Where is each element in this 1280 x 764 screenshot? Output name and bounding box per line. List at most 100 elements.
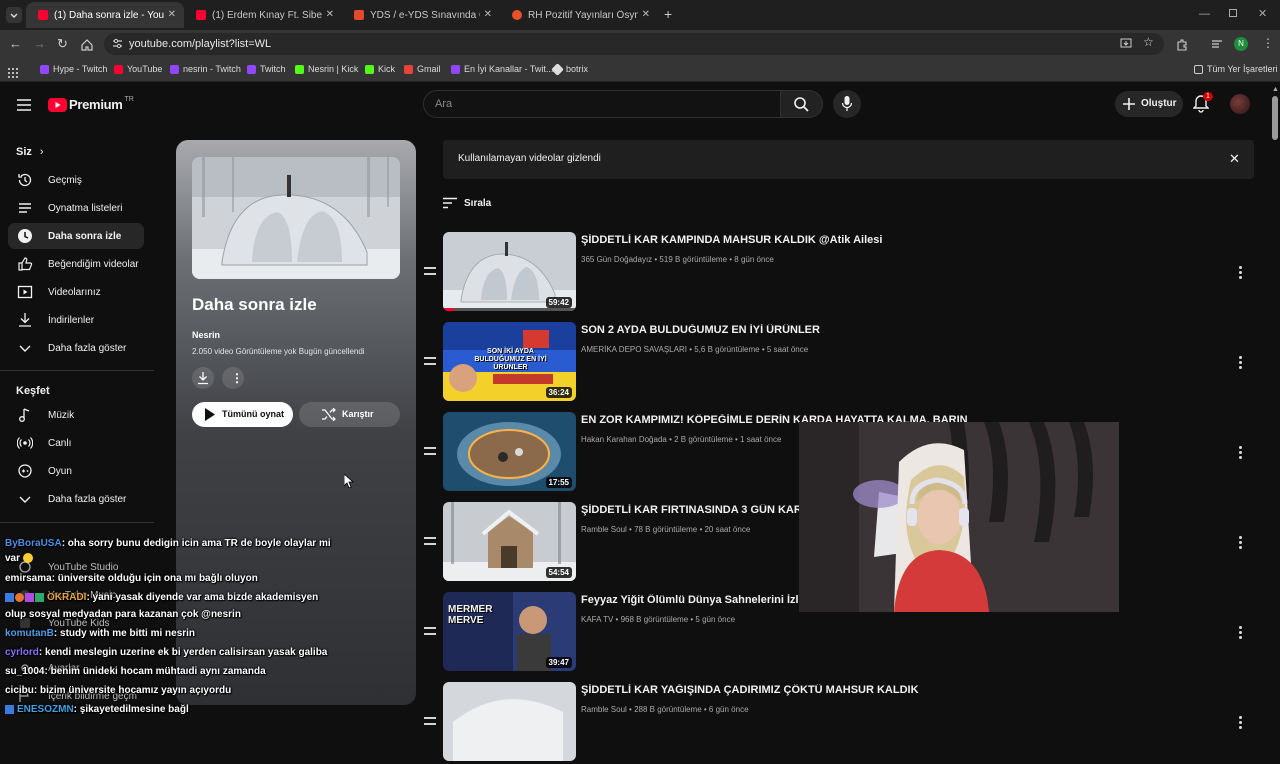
video-title[interactable]: Feyyaz Yiğit Ölümlü Dünya Sahnelerini İz… — [581, 594, 799, 606]
minimize-icon[interactable]: — — [1199, 8, 1210, 20]
playlist-owner[interactable]: Nesrin — [192, 330, 220, 340]
video-title[interactable]: ŞİDDETLİ KAR KAMPINDA MAHSUR KALDIK @Ati… — [581, 234, 961, 246]
bookmark-item[interactable]: Twitch — [247, 64, 286, 74]
bookmark-star-icon[interactable]: ☆ — [1143, 35, 1154, 49]
browser-tab[interactable]: (1) Erdem Kınay Ft. Sibel Can - ✕ — [184, 2, 342, 28]
video-menu-icon[interactable] — [1236, 445, 1244, 459]
channel-name[interactable]: AMERİKA DEPO SAVAŞLARI — [581, 345, 687, 354]
video-menu-icon[interactable] — [1236, 625, 1244, 639]
all-bookmarks-folder[interactable]: Tüm Yer İşaretleri — [1194, 64, 1278, 74]
sidebar-item-music[interactable]: Müzik — [8, 402, 144, 428]
address-input[interactable]: youtube.com/playlist?list=WL ☆ — [104, 33, 1164, 55]
voice-search-button[interactable] — [833, 90, 861, 118]
drag-handle-icon[interactable] — [424, 357, 436, 365]
browser-tab[interactable]: YDS / e-YDS Sınavında Çıkmış ✕ — [342, 2, 500, 28]
bookmark-item[interactable]: Kick — [365, 64, 395, 74]
extensions-icon[interactable] — [1176, 38, 1188, 56]
search-input[interactable]: Ara — [423, 90, 781, 118]
sidebar-show-more[interactable]: Daha fazla göster — [8, 335, 144, 361]
shuffle-button[interactable]: Karıştır — [299, 402, 400, 427]
browser-tab[interactable]: RH Pozitif Yayınları Ösym Çıkmı ✕ — [500, 2, 658, 28]
play-all-button[interactable]: Tümünü oynat — [192, 402, 293, 427]
playlist-video-row[interactable]: SON İKİ AYDA BULDUĞUMUZ EN İYİ ÜRÜNLER 3… — [420, 322, 1260, 404]
bookmark-item[interactable]: Hype - Twitch — [40, 64, 107, 74]
new-tab-icon[interactable]: + — [664, 6, 672, 22]
page-scrollbar[interactable]: ▲ — [1270, 86, 1280, 720]
sidebar-item-watch-later[interactable]: Daha sonra izle — [8, 223, 144, 249]
video-menu-icon[interactable] — [1236, 535, 1244, 549]
maximize-icon[interactable] — [1229, 9, 1237, 17]
install-app-icon[interactable] — [1120, 38, 1132, 50]
video-duration: 54:54 — [545, 567, 572, 578]
video-thumbnail[interactable]: MERMER MERVE 39:47 — [443, 592, 576, 671]
sidebar-item-downloads[interactable]: İndirilenler — [8, 307, 144, 333]
drag-handle-icon[interactable] — [424, 267, 436, 275]
video-thumbnail[interactable]: SON İKİ AYDA BULDUĞUMUZ EN İYİ ÜRÜNLER 3… — [443, 322, 576, 401]
search-button[interactable] — [781, 90, 823, 118]
video-menu-icon[interactable] — [1236, 715, 1244, 729]
close-tab-icon[interactable]: ✕ — [168, 9, 176, 20]
scroll-up-icon[interactable]: ▲ — [1272, 86, 1279, 93]
close-tab-icon[interactable]: ✕ — [642, 9, 650, 20]
video-thumbnail[interactable]: 59:42 — [443, 232, 576, 311]
you-section-header[interactable]: Siz › — [16, 146, 44, 158]
user-avatar[interactable] — [1230, 94, 1250, 114]
notifications-button[interactable]: 1 — [1192, 92, 1213, 118]
drag-handle-icon[interactable] — [424, 717, 436, 725]
sidebar-item-history[interactable]: Geçmiş — [8, 167, 144, 193]
drag-handle-icon[interactable] — [424, 537, 436, 545]
tab-search-button[interactable] — [6, 7, 22, 23]
hamburger-menu-icon[interactable] — [17, 98, 31, 116]
youtube-premium-logo[interactable]: Premium TR — [48, 96, 134, 112]
reload-icon[interactable]: ↻ — [57, 36, 68, 52]
close-icon[interactable]: ✕ — [1229, 151, 1240, 167]
apps-grid-icon[interactable] — [8, 65, 18, 83]
drag-handle-icon[interactable] — [424, 447, 436, 455]
close-tab-icon[interactable]: ✕ — [484, 9, 492, 20]
bookmark-item[interactable]: En İyi Kanallar - Twit... — [451, 64, 553, 74]
bookmark-item[interactable]: YouTube — [114, 64, 162, 74]
channel-name[interactable]: KAFA TV — [581, 615, 613, 624]
media-control-icon[interactable] — [1211, 38, 1223, 56]
forward-icon[interactable]: → — [33, 36, 46, 51]
sidebar-item-live[interactable]: Canlı — [8, 430, 144, 456]
back-icon[interactable]: ← — [9, 36, 22, 51]
browser-menu-icon[interactable]: ⋮ — [1262, 36, 1274, 50]
channel-name[interactable]: Ramble Soul — [581, 525, 627, 534]
playlist-thumbnail[interactable] — [192, 157, 400, 279]
channel-name[interactable]: 365 Gün Doğadayız — [581, 255, 652, 264]
bookmark-item[interactable]: Nesrin | Kick — [295, 64, 358, 74]
sidebar-item-liked-videos[interactable]: Beğendiğim videolar — [8, 251, 144, 277]
scrollbar-thumb[interactable] — [1272, 96, 1278, 140]
close-window-icon[interactable]: ✕ — [1258, 7, 1267, 20]
video-menu-icon[interactable] — [1236, 355, 1244, 369]
profile-avatar[interactable]: N — [1234, 37, 1248, 51]
drag-handle-icon[interactable] — [424, 627, 436, 635]
bookmark-item[interactable]: botrix — [551, 62, 588, 76]
video-title[interactable]: ŞİDDETLİ KAR FIRTINASINDA 3 GÜN KAR KAMP… — [581, 504, 799, 516]
video-menu-icon[interactable] — [1236, 265, 1244, 279]
video-thumbnail[interactable]: 54:54 — [443, 502, 576, 581]
sidebar-item-your-videos[interactable]: Videolarınız — [8, 279, 144, 305]
playlist-video-row[interactable]: ŞİDDETLİ KAR YAĞIŞINDA ÇADIRIMIZ ÇÖKTÜ M… — [420, 682, 1260, 764]
site-settings-icon[interactable] — [112, 38, 123, 49]
video-title[interactable]: SON 2 AYDA BULDUĞUMUZ EN İYİ ÜRÜNLER — [581, 324, 961, 336]
channel-name[interactable]: Ramble Soul — [581, 705, 627, 714]
video-title[interactable]: ŞİDDETLİ KAR YAĞIŞINDA ÇADIRIMIZ ÇÖKTÜ M… — [581, 684, 961, 696]
playlist-video-row[interactable]: 59:42 ŞİDDETLİ KAR KAMPINDA MAHSUR KALDI… — [420, 232, 1260, 314]
playlist-more-button[interactable]: ⋮ — [222, 367, 244, 389]
bookmark-item[interactable]: nesrin - Twitch — [170, 64, 241, 74]
home-icon[interactable] — [81, 38, 93, 56]
video-thumbnail[interactable] — [443, 682, 576, 761]
sidebar-show-more[interactable]: Daha fazla göster — [8, 486, 144, 512]
bookmark-item[interactable]: Gmail — [404, 64, 441, 74]
sidebar-item-gaming[interactable]: Oyun — [8, 458, 144, 484]
sort-button[interactable]: Sırala — [443, 197, 491, 209]
download-button[interactable] — [192, 367, 214, 389]
create-button[interactable]: Oluştur — [1115, 91, 1183, 117]
sidebar-item-playlists[interactable]: Oynatma listeleri — [8, 195, 144, 221]
browser-tab[interactable]: (1) Daha sonra izle - YouTube ✕ — [26, 2, 184, 28]
close-tab-icon[interactable]: ✕ — [326, 9, 334, 20]
channel-name[interactable]: Hakan Karahan Doğada — [581, 435, 667, 444]
video-thumbnail[interactable]: 17:55 — [443, 412, 576, 491]
